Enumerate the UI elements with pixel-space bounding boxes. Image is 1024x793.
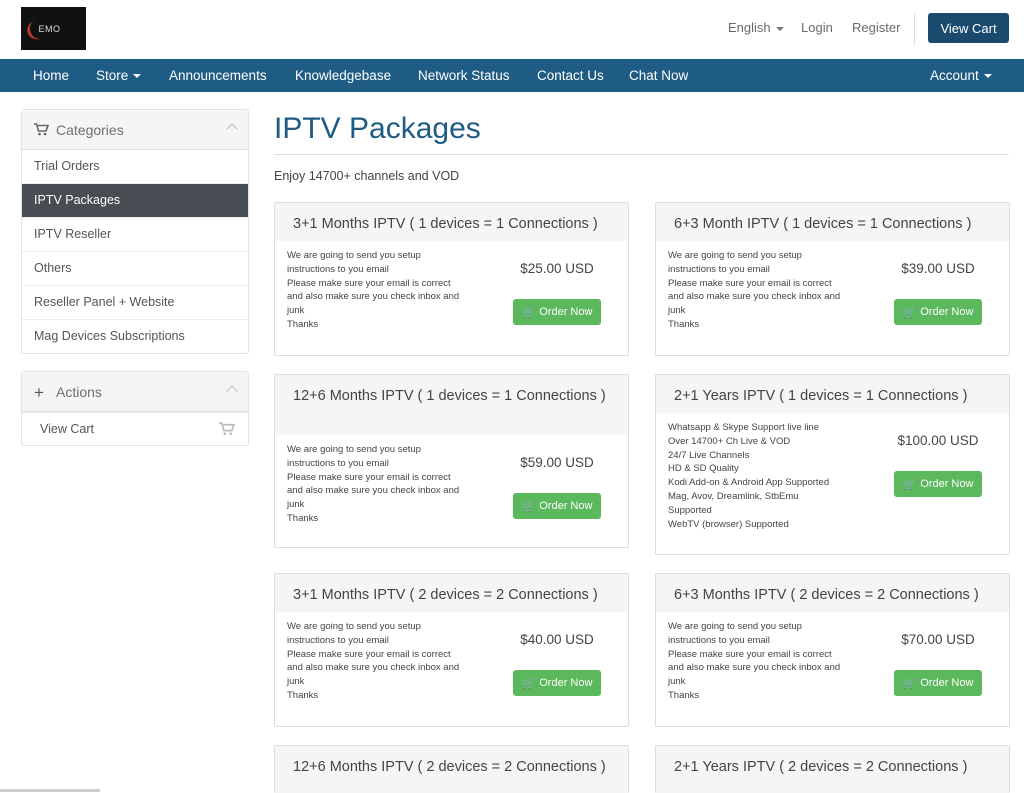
- order-now-label: Order Now: [539, 306, 593, 318]
- nav-contact-us[interactable]: Contact Us: [537, 59, 604, 92]
- order-now-label: Order Now: [920, 306, 974, 318]
- main-navbar: Home Store Announcements Knowledgebase N…: [0, 59, 1024, 92]
- product-card: 2+1 Years IPTV ( 1 devices = 1 Connectio…: [655, 374, 1010, 555]
- product-price: $39.00 USD: [901, 261, 975, 276]
- cart-icon: 🛒: [521, 500, 536, 513]
- product-card: 6+3 Months IPTV ( 2 devices = 2 Connecti…: [655, 573, 1010, 727]
- order-now-button[interactable]: 🛒 Order Now: [894, 471, 982, 497]
- actions-panel: + Actions View Cart: [21, 371, 249, 446]
- product-description: We are going to send you setup instructi…: [668, 250, 841, 330]
- sidebar-item-label: IPTV Packages: [34, 193, 121, 207]
- logo-text: EMO: [38, 23, 61, 34]
- sidebar-item-reseller-panel[interactable]: Reseller Panel + Website: [22, 285, 248, 319]
- page-tagline: Enjoy 14700+ channels and VOD: [274, 169, 460, 183]
- sidebar-item-iptv-packages[interactable]: IPTV Packages: [22, 183, 248, 217]
- view-cart-button[interactable]: View Cart: [928, 13, 1009, 43]
- product-name: 6+3 Month IPTV ( 1 devices = 1 Connectio…: [656, 203, 1009, 241]
- order-now-button[interactable]: 🛒 Order Now: [513, 493, 601, 519]
- chevron-up-icon[interactable]: [226, 123, 238, 135]
- nav-home[interactable]: Home: [33, 59, 69, 92]
- nav-store-label: Store: [96, 68, 129, 83]
- product-name: 12+6 Months IPTV ( 1 devices = 1 Connect…: [275, 375, 628, 435]
- sidebar-item-trial-orders[interactable]: Trial Orders: [22, 150, 248, 183]
- order-now-button[interactable]: 🛒 Order Now: [513, 670, 601, 696]
- sidebar-item-others[interactable]: Others: [22, 251, 248, 285]
- sidebar-item-label: Trial Orders: [34, 159, 100, 173]
- categories-header[interactable]: Categories: [22, 110, 248, 150]
- product-name: 3+1 Months IPTV ( 2 devices = 2 Connecti…: [275, 574, 628, 612]
- order-now-label: Order Now: [539, 677, 593, 689]
- sidebar-item-iptv-reseller[interactable]: IPTV Reseller: [22, 217, 248, 251]
- register-link[interactable]: Register: [852, 20, 900, 35]
- product-name: 12+6 Months IPTV ( 2 devices = 2 Connect…: [275, 746, 628, 793]
- categories-panel: Categories Trial Orders IPTV Packages IP…: [21, 109, 249, 354]
- actions-header[interactable]: + Actions: [22, 372, 248, 412]
- actions-title: Actions: [56, 384, 102, 400]
- product-card: 6+3 Month IPTV ( 1 devices = 1 Connectio…: [655, 202, 1010, 356]
- view-cart-label: View Cart: [40, 422, 94, 436]
- product-name: 2+1 Years IPTV ( 2 devices = 2 Connectio…: [656, 746, 1009, 793]
- categories-list: Trial Orders IPTV Packages IPTV Reseller…: [22, 150, 248, 353]
- product-name: 6+3 Months IPTV ( 2 devices = 2 Connecti…: [656, 574, 1009, 612]
- caret-down-icon: [133, 74, 142, 79]
- product-description: Whatsapp & Skype Support live line Over …: [668, 422, 830, 530]
- cart-icon: 🛒: [902, 478, 917, 491]
- cart-icon: 🛒: [521, 306, 536, 319]
- chevron-up-icon[interactable]: [226, 385, 238, 397]
- product-card: 3+1 Months IPTV ( 1 devices = 1 Connecti…: [274, 202, 629, 356]
- nav-account-label: Account: [930, 68, 979, 83]
- order-now-button[interactable]: 🛒 Order Now: [513, 299, 601, 325]
- cart-icon: 🛒: [902, 677, 917, 690]
- product-price: $59.00 USD: [520, 455, 594, 470]
- sidebar-item-label: Reseller Panel + Website: [34, 295, 175, 309]
- page-title: IPTV Packages: [274, 112, 481, 145]
- order-now-button[interactable]: 🛒 Order Now: [894, 299, 982, 325]
- nav-store[interactable]: Store: [96, 59, 142, 92]
- product-price: $40.00 USD: [520, 632, 594, 647]
- sidebar-item-label: Mag Devices Subscriptions: [34, 329, 185, 343]
- header-divider: [914, 13, 915, 45]
- product-price: $100.00 USD: [897, 433, 979, 448]
- language-label: English: [728, 20, 771, 35]
- top-header: EMO English Login Register View Cart: [0, 0, 1024, 59]
- product-description: We are going to send you setup instructi…: [287, 621, 460, 701]
- product-name: 2+1 Years IPTV ( 1 devices = 1 Connectio…: [656, 375, 1009, 413]
- order-now-label: Order Now: [539, 500, 593, 512]
- sidebar-item-label: IPTV Reseller: [34, 227, 112, 241]
- order-now-label: Order Now: [920, 677, 974, 689]
- nav-announcements[interactable]: Announcements: [169, 59, 267, 92]
- order-now-label: Order Now: [920, 478, 974, 490]
- product-description: We are going to send you setup instructi…: [668, 621, 841, 701]
- product-description: We are going to send you setup instructi…: [287, 444, 460, 524]
- product-description: We are going to send you setup instructi…: [287, 250, 460, 330]
- nav-network-status[interactable]: Network Status: [418, 59, 510, 92]
- title-divider: [274, 154, 1009, 155]
- categories-title: Categories: [56, 122, 124, 138]
- nav-knowledgebase[interactable]: Knowledgebase: [295, 59, 391, 92]
- product-card: 2+1 Years IPTV ( 2 devices = 2 Connectio…: [655, 745, 1010, 793]
- product-card: 12+6 Months IPTV ( 2 devices = 2 Connect…: [274, 745, 629, 793]
- product-card: 12+6 Months IPTV ( 1 devices = 1 Connect…: [274, 374, 629, 548]
- product-name: 3+1 Months IPTV ( 1 devices = 1 Connecti…: [275, 203, 628, 241]
- product-card: 3+1 Months IPTV ( 2 devices = 2 Connecti…: [274, 573, 629, 727]
- order-now-button[interactable]: 🛒 Order Now: [894, 670, 982, 696]
- product-price: $25.00 USD: [520, 261, 594, 276]
- cart-icon: 🛒: [902, 306, 917, 319]
- caret-down-icon: [775, 26, 784, 31]
- sidebar-view-cart[interactable]: View Cart: [22, 412, 248, 445]
- login-link[interactable]: Login: [801, 20, 833, 35]
- sidebar-item-label: Others: [34, 261, 72, 275]
- product-price: $70.00 USD: [901, 632, 975, 647]
- site-logo[interactable]: EMO: [21, 7, 86, 50]
- cart-icon: 🛒: [521, 677, 536, 690]
- nav-account[interactable]: Account: [930, 59, 992, 92]
- cart-icon: [219, 422, 236, 439]
- cart-icon: [34, 123, 50, 141]
- language-selector[interactable]: English: [728, 20, 784, 35]
- nav-chat-now[interactable]: Chat Now: [629, 59, 688, 92]
- sidebar-item-mag-devices[interactable]: Mag Devices Subscriptions: [22, 319, 248, 353]
- plus-icon: +: [34, 383, 44, 402]
- caret-down-icon: [983, 74, 992, 79]
